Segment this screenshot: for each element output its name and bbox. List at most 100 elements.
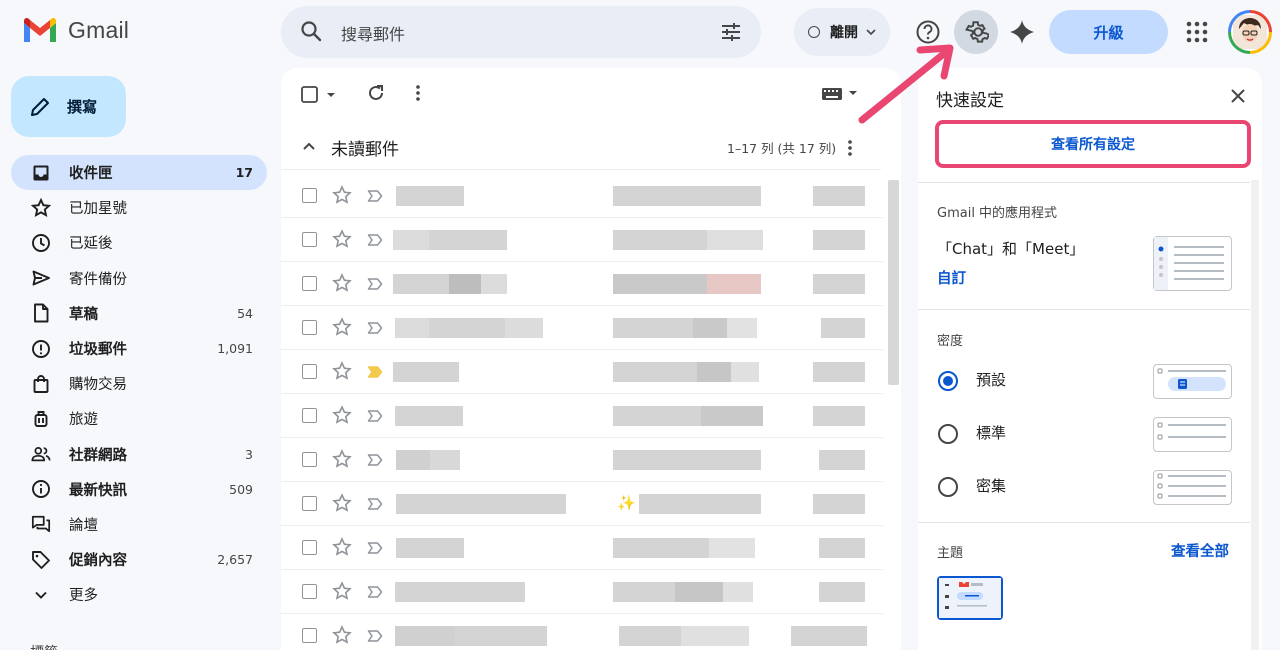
chevron-down-icon <box>31 585 51 605</box>
important-marker-icon[interactable] <box>367 276 383 295</box>
star-icon[interactable] <box>332 405 352 429</box>
view-all-settings-button[interactable]: 查看所有設定 <box>935 120 1251 168</box>
sidebar-item[interactable]: 草稿 54 <box>11 296 267 331</box>
redacted-text <box>395 582 525 602</box>
star-icon[interactable] <box>332 273 352 297</box>
row-checkbox[interactable] <box>302 452 317 467</box>
table-row[interactable] <box>281 306 883 350</box>
density-radio[interactable] <box>938 371 958 391</box>
apps-button[interactable] <box>1175 10 1219 54</box>
table-row[interactable] <box>281 614 883 650</box>
table-row[interactable] <box>281 350 883 394</box>
star-icon[interactable] <box>332 449 352 473</box>
table-row[interactable] <box>281 570 883 614</box>
star-icon[interactable] <box>332 361 352 385</box>
row-checkbox[interactable] <box>302 232 317 247</box>
chevron-up-icon[interactable] <box>301 138 317 158</box>
gmail-logo[interactable]: Gmail <box>22 16 129 44</box>
redacted-text <box>709 538 755 558</box>
table-row[interactable] <box>281 218 883 262</box>
important-marker-icon[interactable] <box>367 584 383 603</box>
row-checkbox[interactable] <box>302 628 317 643</box>
sidebar-item[interactable]: 已延後 <box>11 225 267 260</box>
important-marker-icon[interactable] <box>367 320 383 339</box>
apps-chat-meet-text: 「Chat」和「Meet」 <box>937 240 1085 258</box>
help-button[interactable] <box>906 10 950 54</box>
theme-thumbnail-default[interactable] <box>937 576 1003 620</box>
table-row[interactable] <box>281 526 883 570</box>
table-row[interactable] <box>281 174 883 218</box>
sidebar-item[interactable]: 購物交易 <box>11 366 267 401</box>
redacted-text <box>613 538 709 558</box>
keyboard-icon[interactable] <box>821 86 859 106</box>
star-icon[interactable] <box>332 493 352 517</box>
sidebar-item[interactable]: 促銷內容 2,657 <box>11 542 267 577</box>
star-icon[interactable] <box>332 185 352 209</box>
sidebar-item[interactable]: 已加星號 <box>11 190 267 225</box>
important-marker-icon[interactable] <box>367 628 383 647</box>
compose-button[interactable]: 撰寫 <box>11 76 126 137</box>
important-marker-icon[interactable] <box>367 540 383 559</box>
row-checkbox[interactable] <box>302 276 317 291</box>
important-marker-icon[interactable] <box>367 408 383 427</box>
row-checkbox[interactable] <box>302 496 317 511</box>
settings-button[interactable] <box>954 10 998 54</box>
filter-icon[interactable] <box>719 20 743 48</box>
upgrade-button[interactable]: 升級 <box>1049 10 1168 54</box>
status-label: 離開 <box>830 25 858 41</box>
star-icon[interactable] <box>332 625 352 649</box>
search-icon[interactable] <box>299 19 323 47</box>
sidebar-nav: 收件匣 17 已加星號 已延後寄件備份草稿 54 垃圾郵件 1,091 購物交易 旅遊 社群網路 3… <box>11 155 267 612</box>
sidebar-item[interactable]: 更多 <box>11 577 267 612</box>
redacted-text <box>455 626 547 646</box>
table-row[interactable]: ✨ <box>281 482 883 526</box>
theme-view-all-link[interactable]: 查看全部 <box>1171 540 1229 561</box>
search-bar[interactable]: 搜尋郵件 <box>281 6 761 58</box>
density-radio[interactable] <box>938 424 958 444</box>
sidebar-item[interactable]: 社群網路 3 <box>11 437 267 472</box>
sidebar-item[interactable]: 最新快訊 509 <box>11 472 267 507</box>
row-checkbox[interactable] <box>302 320 317 335</box>
more-vert-icon[interactable] <box>411 82 425 108</box>
row-checkbox[interactable] <box>302 188 317 203</box>
avatar[interactable] <box>1228 10 1272 54</box>
apps-customize-link[interactable]: 自訂 <box>937 267 966 288</box>
star-icon[interactable] <box>332 537 352 561</box>
unread-section-header[interactable]: 未讀郵件 1–17 列 (共 17 列) <box>281 126 881 170</box>
quick-settings-scrollbar[interactable] <box>1251 180 1259 650</box>
close-icon[interactable] <box>1230 88 1246 108</box>
row-checkbox[interactable] <box>302 540 317 555</box>
sidebar-item-count: 3 <box>245 446 253 462</box>
select-all-checkbox[interactable] <box>301 86 337 108</box>
row-checkbox[interactable] <box>302 584 317 599</box>
row-checkbox[interactable] <box>302 364 317 379</box>
redacted-text <box>396 186 464 206</box>
row-checkbox[interactable] <box>302 408 317 423</box>
section-more-icon[interactable] <box>843 138 857 162</box>
important-marker-icon[interactable] <box>367 496 383 515</box>
sidebar-item-label: 寄件備份 <box>69 271 127 288</box>
important-marker-icon[interactable] <box>367 364 383 383</box>
star-icon[interactable] <box>332 581 352 605</box>
status-ring-icon <box>808 26 820 38</box>
sidebar-item[interactable]: 寄件備份 <box>11 261 267 296</box>
mail-list-scrollbar[interactable] <box>888 180 899 385</box>
sidebar-item[interactable]: 垃圾郵件 1,091 <box>11 331 267 366</box>
gemini-button[interactable] <box>1000 10 1044 54</box>
search-input[interactable]: 搜尋郵件 <box>341 21 405 45</box>
important-marker-icon[interactable] <box>367 188 383 207</box>
status-dropdown[interactable]: 離開 <box>794 8 890 56</box>
important-marker-icon[interactable] <box>367 452 383 471</box>
table-row[interactable] <box>281 438 883 482</box>
refresh-icon[interactable] <box>366 82 386 108</box>
sidebar-item[interactable]: 收件匣 17 <box>11 155 267 191</box>
gear-icon <box>965 21 989 43</box>
sidebar-item[interactable]: 論壇 <box>11 507 267 542</box>
star-icon[interactable] <box>332 229 352 253</box>
table-row[interactable] <box>281 262 883 306</box>
important-marker-icon[interactable] <box>367 232 383 251</box>
sidebar-item[interactable]: 旅遊 <box>11 401 267 436</box>
star-icon[interactable] <box>332 317 352 341</box>
density-radio[interactable] <box>938 477 958 497</box>
table-row[interactable] <box>281 394 883 438</box>
